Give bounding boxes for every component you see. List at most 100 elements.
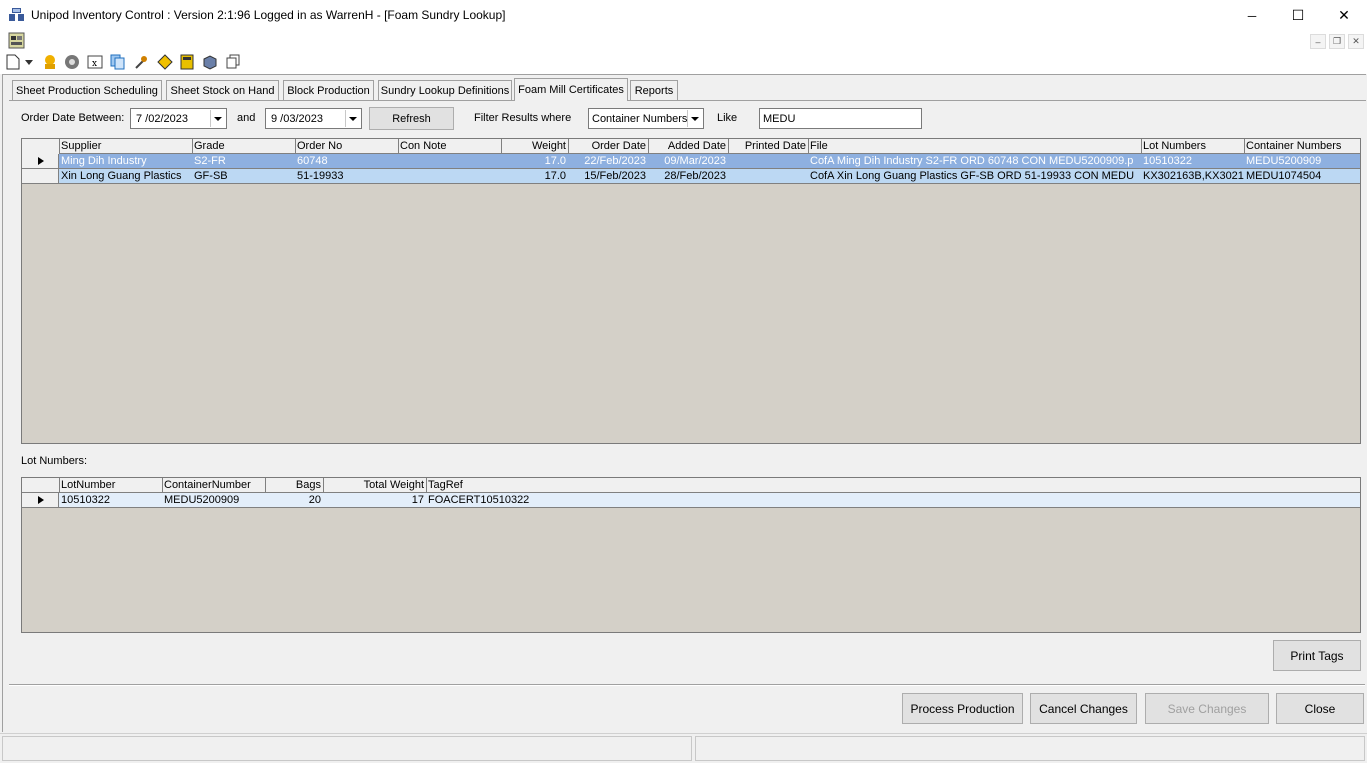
- col-tag-ref[interactable]: TagRef: [426, 478, 1360, 493]
- chevron-down-icon[interactable]: [210, 110, 225, 127]
- cell-added-date[interactable]: 28/Feb/2023: [648, 169, 729, 184]
- cell-printed-date[interactable]: [728, 169, 809, 184]
- settings-icon[interactable]: [63, 53, 81, 71]
- col-container-number[interactable]: ContainerNumber: [162, 478, 266, 493]
- col-order-date[interactable]: Order Date: [568, 139, 649, 154]
- col-con-note[interactable]: Con Note: [398, 139, 502, 154]
- cell-total-weight[interactable]: 17: [323, 493, 427, 508]
- cell-lot-number[interactable]: 10510322: [59, 493, 163, 508]
- table-row[interactable]: Xin Long Guang Plastics GF-SB 51-19933 1…: [22, 169, 1360, 184]
- refresh-button[interactable]: Refresh: [369, 107, 454, 130]
- col-lot-numbers[interactable]: Lot Numbers: [1141, 139, 1245, 154]
- tab-block-production[interactable]: Block Production: [283, 80, 374, 100]
- col-order-no[interactable]: Order No: [295, 139, 399, 154]
- col-bags[interactable]: Bags: [265, 478, 324, 493]
- minimize-button[interactable]: ─: [1229, 0, 1275, 31]
- col-lot-number[interactable]: LotNumber: [59, 478, 163, 493]
- col-grade[interactable]: Grade: [192, 139, 296, 154]
- cell-order-no[interactable]: 51-19933: [295, 169, 399, 184]
- cell-weight[interactable]: 17.0: [501, 169, 569, 184]
- current-row-arrow-icon: [38, 496, 44, 504]
- certificates-grid: Supplier Grade Order No Con Note Weight …: [21, 138, 1361, 444]
- cell-printed-date[interactable]: [728, 154, 809, 169]
- date-to-picker[interactable]: 9 /03/2023: [265, 108, 362, 129]
- cell-con-note[interactable]: [398, 154, 502, 169]
- lot-numbers-label: Lot Numbers:: [21, 455, 88, 467]
- current-row-arrow-icon: [38, 157, 44, 165]
- menu-bar: [0, 31, 1367, 52]
- cell-bags[interactable]: 20: [265, 493, 324, 508]
- copy-icon[interactable]: [109, 53, 127, 71]
- mdi-minimize-button[interactable]: –: [1310, 34, 1326, 49]
- mdi-restore-button[interactable]: ❐: [1329, 34, 1345, 49]
- box-icon[interactable]: [201, 53, 219, 71]
- save-changes-button[interactable]: Save Changes: [1145, 693, 1269, 724]
- cell-container-numbers[interactable]: MEDU5200909: [1244, 154, 1360, 169]
- status-panel-right: [695, 736, 1365, 761]
- tools-icon[interactable]: [132, 53, 150, 71]
- separator: [9, 684, 1365, 686]
- restore-icon: ❐: [1332, 36, 1342, 46]
- cancel-changes-button[interactable]: Cancel Changes: [1030, 693, 1137, 724]
- tab-sheet-stock-on-hand[interactable]: Sheet Stock on Hand: [166, 80, 279, 100]
- cell-container-numbers[interactable]: MEDU1074504: [1244, 169, 1360, 184]
- cell-tag-ref[interactable]: FOACERT10510322: [426, 493, 1360, 508]
- close-button[interactable]: Close: [1276, 693, 1364, 724]
- cell-order-date[interactable]: 15/Feb/2023: [568, 169, 649, 184]
- col-container-numbers[interactable]: Container Numbers: [1244, 139, 1360, 154]
- cell-grade[interactable]: S2-FR: [192, 154, 296, 169]
- cell-supplier[interactable]: Ming Dih Industry: [59, 154, 193, 169]
- maximize-icon: ☐: [1291, 7, 1305, 23]
- col-file[interactable]: File: [808, 139, 1142, 154]
- user-icon[interactable]: [41, 53, 59, 71]
- cell-con-note[interactable]: [398, 169, 502, 184]
- cell-lot-numbers[interactable]: KX302163B,KX3021: [1141, 169, 1245, 184]
- order-date-label: Order Date Between:: [21, 112, 125, 124]
- table-row[interactable]: 10510322 MEDU5200909 20 17 FOACERT105103…: [22, 493, 1360, 508]
- row-selector[interactable]: [22, 493, 59, 508]
- warning-sign-icon[interactable]: [156, 53, 174, 71]
- dropdown-arrow-icon[interactable]: [23, 53, 35, 71]
- filter-field-value: Container Numbers: [592, 112, 688, 125]
- minimize-icon: ─: [1247, 8, 1257, 23]
- table-row[interactable]: Ming Dih Industry S2-FR 60748 17.0 22/Fe…: [22, 154, 1360, 169]
- like-input[interactable]: MEDU: [759, 108, 922, 129]
- chevron-down-icon[interactable]: [345, 110, 360, 127]
- col-added-date[interactable]: Added Date: [648, 139, 729, 154]
- cell-order-no[interactable]: 60748: [295, 154, 399, 169]
- tab-divider: [9, 100, 1366, 101]
- cell-lot-numbers[interactable]: 10510322: [1141, 154, 1245, 169]
- filter-field-select[interactable]: Container Numbers: [588, 108, 704, 129]
- cell-file[interactable]: CofA Xin Long Guang Plastics GF-SB ORD 5…: [808, 169, 1142, 184]
- cell-grade[interactable]: GF-SB: [192, 169, 296, 184]
- windows-icon[interactable]: [224, 53, 242, 71]
- cell-added-date[interactable]: 09/Mar/2023: [648, 154, 729, 169]
- grid-header: Supplier Grade Order No Con Note Weight …: [22, 139, 1360, 154]
- col-supplier[interactable]: Supplier: [59, 139, 193, 154]
- tab-foam-mill-certificates[interactable]: Foam Mill Certificates: [514, 78, 628, 101]
- tab-sundry-lookup-definitions[interactable]: Sundry Lookup Definitions: [378, 80, 512, 100]
- cell-file[interactable]: CofA Ming Dih Industry S2-FR ORD 60748 C…: [808, 154, 1142, 169]
- print-tags-button[interactable]: Print Tags: [1273, 640, 1361, 671]
- function-icon[interactable]: x: [86, 53, 104, 71]
- close-window-button[interactable]: ✕: [1321, 0, 1367, 31]
- tab-sheet-production-scheduling[interactable]: Sheet Production Scheduling: [12, 80, 162, 100]
- chevron-down-icon[interactable]: [687, 110, 702, 127]
- cell-supplier[interactable]: Xin Long Guang Plastics: [59, 169, 193, 184]
- document-icon[interactable]: [8, 32, 25, 49]
- process-production-button[interactable]: Process Production: [902, 693, 1023, 724]
- row-selector[interactable]: [22, 169, 59, 184]
- col-total-weight[interactable]: Total Weight: [323, 478, 427, 493]
- row-selector[interactable]: [22, 154, 59, 169]
- mdi-close-button[interactable]: ✕: [1348, 34, 1364, 49]
- cell-order-date[interactable]: 22/Feb/2023: [568, 154, 649, 169]
- maximize-button[interactable]: ☐: [1275, 0, 1321, 31]
- col-printed-date[interactable]: Printed Date: [728, 139, 809, 154]
- calculator-icon[interactable]: [178, 53, 196, 71]
- date-from-picker[interactable]: 7 /02/2023: [130, 108, 227, 129]
- tab-reports[interactable]: Reports: [630, 80, 678, 100]
- new-document-icon[interactable]: [4, 53, 22, 71]
- cell-container-number[interactable]: MEDU5200909: [162, 493, 266, 508]
- col-weight[interactable]: Weight: [501, 139, 569, 154]
- cell-weight[interactable]: 17.0: [501, 154, 569, 169]
